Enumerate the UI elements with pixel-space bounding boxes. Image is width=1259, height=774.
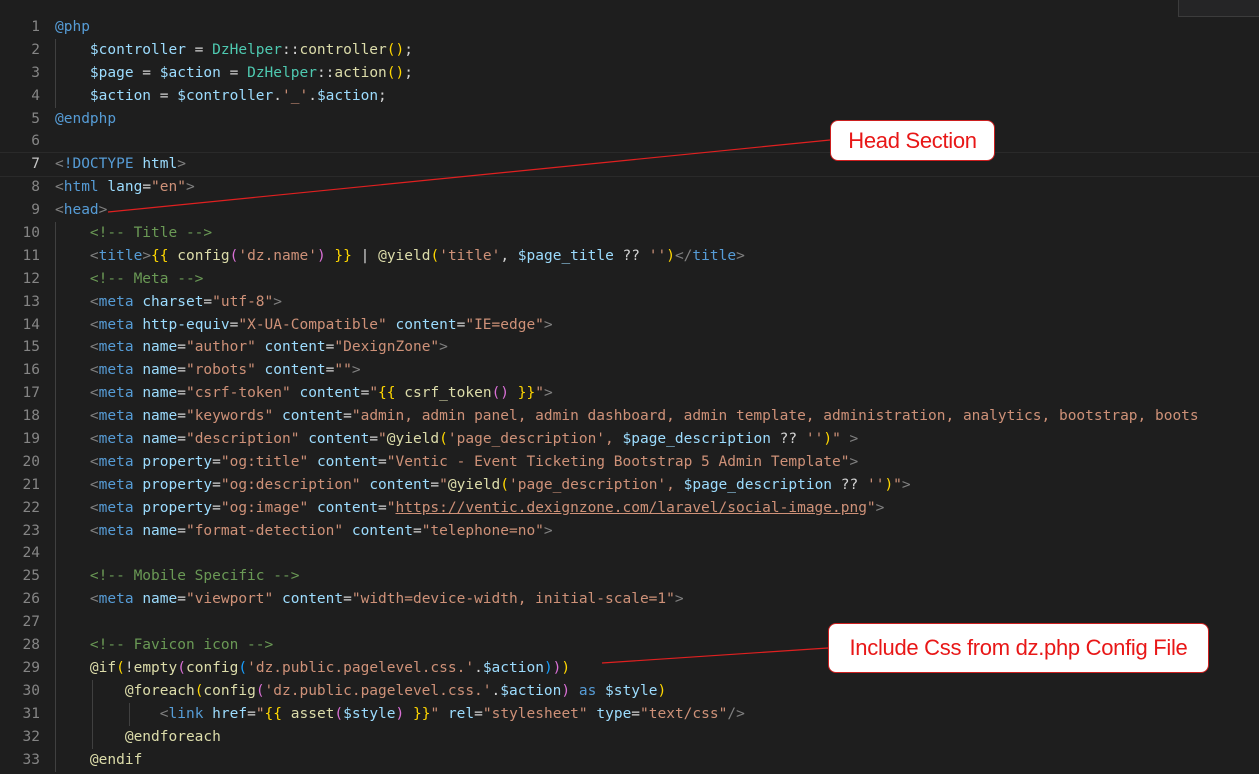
code-line[interactable]: @php xyxy=(55,16,1259,39)
head-section-callout: Head Section xyxy=(830,120,995,161)
line-number: 11 xyxy=(22,247,40,264)
line-number: 26 xyxy=(22,591,40,608)
code-line[interactable] xyxy=(55,130,1259,153)
code-line[interactable]: @foreach(config('dz.public.pagelevel.css… xyxy=(55,680,1259,703)
line-number: 21 xyxy=(22,476,40,493)
indent-guide xyxy=(55,222,56,772)
line-number: 16 xyxy=(22,362,40,379)
line-number: 3 xyxy=(31,64,40,81)
code-line[interactable]: <head> xyxy=(55,199,1259,222)
line-number-gutter: 1 2 3 4 5 6 7 8 9 10 11 12 13 14 15 16 17 18 19 20 21 22 23 24 2… xyxy=(0,16,40,771)
code-line[interactable]: $page = $action = DzHelper::action(); xyxy=(55,62,1259,85)
line-number: 9 xyxy=(31,202,40,219)
code-line[interactable] xyxy=(55,542,1259,565)
line-number: 12 xyxy=(22,270,40,287)
code-line[interactable]: @endforeach xyxy=(55,726,1259,749)
indent-guide xyxy=(129,703,130,726)
code-line[interactable]: <meta name="description" content="@yield… xyxy=(55,428,1259,451)
code-line[interactable]: <meta name="format-detection" content="t… xyxy=(55,520,1259,543)
line-number: 13 xyxy=(22,293,40,310)
line-number: 22 xyxy=(22,499,40,516)
code-line[interactable]: <!-- Mobile Specific --> xyxy=(55,565,1259,588)
code-line[interactable]: <meta http-equiv="X-UA-Compatible" conte… xyxy=(55,314,1259,337)
line-number: 17 xyxy=(22,385,40,402)
line-number: 4 xyxy=(31,87,40,104)
code-line[interactable]: <link href="{{ asset($style) }}" rel="st… xyxy=(55,703,1259,726)
code-line[interactable]: @endif xyxy=(55,749,1259,772)
line-number: 2 xyxy=(31,41,40,58)
code-line[interactable]: <!-- Meta --> xyxy=(55,268,1259,291)
code-line[interactable]: <meta name="keywords" content="admin, ad… xyxy=(55,405,1259,428)
line-number: 6 xyxy=(31,133,40,150)
line-number: 5 xyxy=(31,110,40,127)
find-widget-corner[interactable] xyxy=(1178,0,1259,17)
line-number: 25 xyxy=(22,568,40,585)
line-number: 24 xyxy=(22,545,40,562)
line-number: 1 xyxy=(31,19,40,35)
line-number: 15 xyxy=(22,339,40,356)
code-line[interactable]: <meta name="robots" content=""> xyxy=(55,359,1259,382)
line-number: 28 xyxy=(22,637,40,654)
code-line[interactable]: <meta name="csrf-token" content="{{ csrf… xyxy=(55,382,1259,405)
code-line[interactable]: <html lang="en"> xyxy=(55,176,1259,199)
line-number: 20 xyxy=(22,453,40,470)
indent-guide xyxy=(92,680,93,749)
line-number: 18 xyxy=(22,408,40,425)
code-line[interactable]: <meta property="og:image" content="https… xyxy=(55,497,1259,520)
code-line[interactable]: <meta charset="utf-8"> xyxy=(55,291,1259,314)
code-line[interactable]: $action = $controller.'_'.$action; xyxy=(55,85,1259,108)
line-number: 32 xyxy=(22,728,40,745)
code-line[interactable]: <title>{{ config('dz.name') }} | @yield(… xyxy=(55,245,1259,268)
line-number: 23 xyxy=(22,522,40,539)
code-line[interactable]: <meta name="author" content="DexignZone"… xyxy=(55,336,1259,359)
line-number: 30 xyxy=(22,682,40,699)
code-line[interactable]: <meta property="og:title" content="Venti… xyxy=(55,451,1259,474)
code-line[interactable]: <meta name="viewport" content="width=dev… xyxy=(55,588,1259,611)
code-line[interactable]: <!DOCTYPE html> xyxy=(0,152,1259,178)
line-number: 27 xyxy=(22,614,40,631)
code-line[interactable]: @endphp xyxy=(55,108,1259,131)
code-line[interactable]: <meta property="og:description" content=… xyxy=(55,474,1259,497)
code-line[interactable]: <!-- Title --> xyxy=(55,222,1259,245)
line-number: 29 xyxy=(22,659,40,676)
line-number: 10 xyxy=(22,225,40,242)
indent-guide xyxy=(55,38,56,108)
line-number: 14 xyxy=(22,316,40,333)
line-number: 19 xyxy=(22,431,40,448)
code-line[interactable]: $controller = DzHelper::controller(); xyxy=(55,39,1259,62)
include-css-callout: Include Css from dz.php Config File xyxy=(828,623,1209,673)
line-number: 8 xyxy=(31,179,40,196)
line-number: 31 xyxy=(22,705,40,722)
line-number: 33 xyxy=(22,751,40,768)
